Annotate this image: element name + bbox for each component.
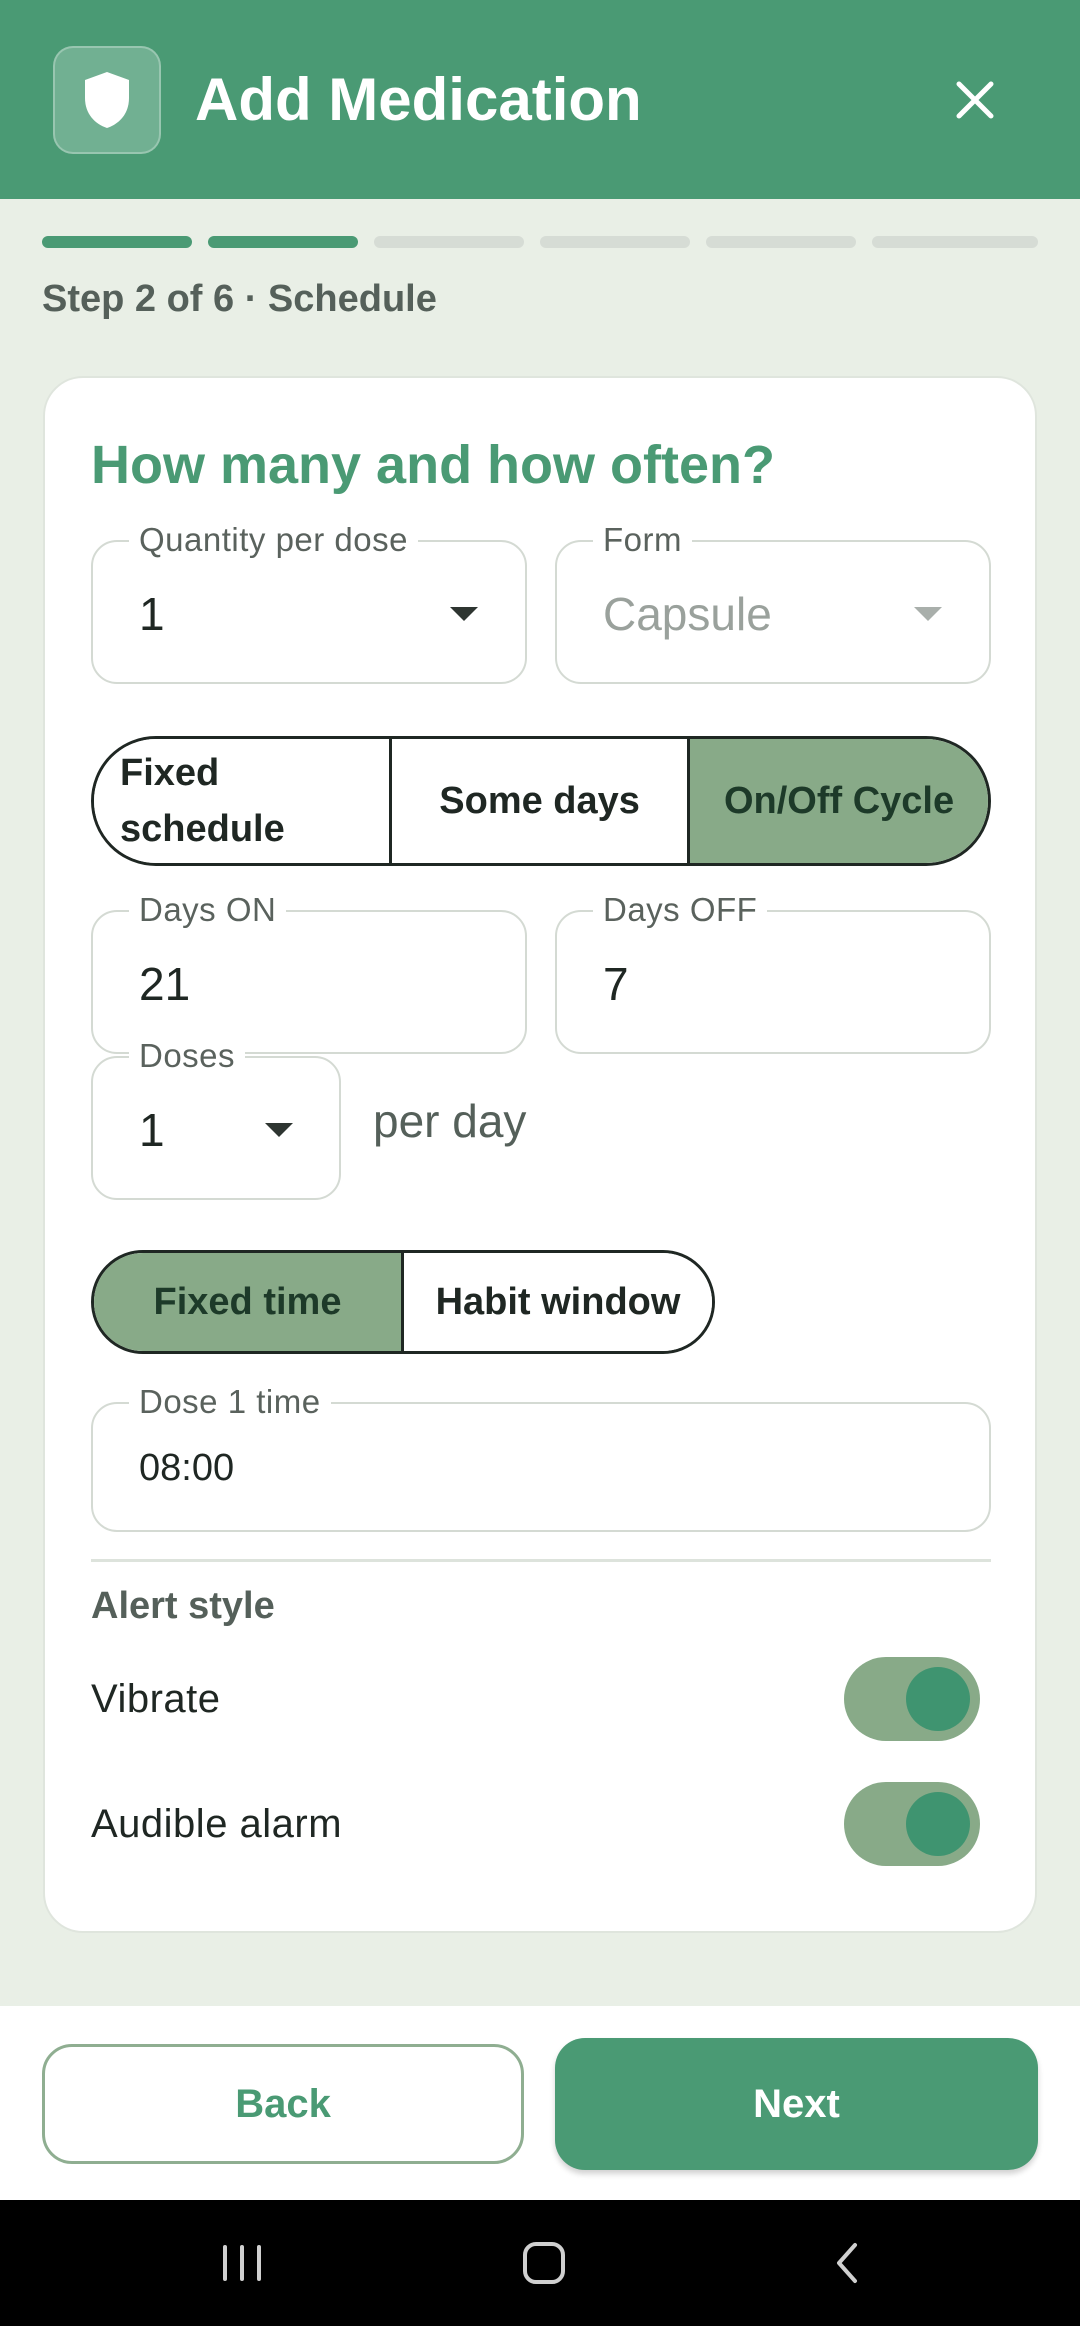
toggle-knob [906, 1792, 970, 1856]
vibrate-toggle[interactable] [844, 1657, 980, 1741]
home-button[interactable] [499, 2228, 589, 2298]
progress-segment-6 [872, 236, 1038, 248]
dose-1-time-value: 08:00 [139, 1447, 235, 1489]
quantity-select[interactable]: Quantity per dose 1 [91, 520, 527, 684]
doses-label: Doses [129, 1036, 246, 1076]
chevron-down-icon [265, 1123, 293, 1137]
progress-segment-1 [42, 236, 192, 248]
schedule-type-segmented: Fixed schedule Some days On/Off Cycle [91, 736, 991, 866]
time-mode-segmented: Fixed time Habit window [91, 1250, 715, 1354]
per-day-label: per day [373, 1095, 527, 1147]
audible-alarm-label: Audible alarm [91, 1802, 343, 1846]
card-title: How many and how often? [91, 435, 775, 495]
days-on-field[interactable]: Days ON 21 [91, 890, 527, 1054]
system-back-button[interactable] [802, 2228, 892, 2298]
chevron-down-icon [450, 607, 478, 621]
time-option-fixed[interactable]: Fixed time [94, 1253, 404, 1351]
vibrate-label: Vibrate [91, 1677, 221, 1721]
form-value: Capsule [603, 588, 772, 640]
schedule-option-cycle[interactable]: On/Off Cycle [690, 739, 988, 863]
doses-select[interactable]: Doses 1 [91, 1036, 341, 1200]
shield-icon [53, 46, 161, 154]
days-off-label: Days OFF [593, 890, 768, 930]
audible-alarm-toggle[interactable] [844, 1782, 980, 1866]
close-button[interactable] [935, 60, 1015, 140]
schedule-option-fixed[interactable]: Fixed schedule [94, 739, 393, 863]
app-bar: Add Medication [0, 0, 1080, 199]
divider [91, 1559, 991, 1562]
recents-button[interactable] [197, 2228, 287, 2298]
progress-segment-5 [706, 236, 856, 248]
back-icon [837, 2243, 857, 2283]
quantity-value: 1 [139, 588, 165, 640]
page-title: Add Medication [195, 66, 642, 133]
toggle-knob [906, 1667, 970, 1731]
time-option-habit-window[interactable]: Habit window [404, 1253, 712, 1351]
bottom-action-bar: Back Next [0, 2006, 1080, 2200]
step-label: Step 2 of 6 · Schedule [42, 278, 437, 320]
progress-segment-4 [540, 236, 690, 248]
days-off-value: 7 [603, 958, 629, 1010]
form-select[interactable]: Form Capsule [555, 520, 991, 684]
recents-icon [223, 2245, 261, 2281]
back-button[interactable]: Back [42, 2044, 524, 2164]
schedule-card: How many and how often? Quantity per dos… [43, 376, 1037, 1933]
doses-value: 1 [139, 1104, 165, 1156]
progress-segment-2 [208, 236, 358, 248]
close-icon [956, 81, 994, 119]
quantity-label: Quantity per dose [129, 520, 418, 560]
days-on-label: Days ON [129, 890, 287, 930]
days-on-value: 21 [139, 958, 191, 1010]
home-icon [523, 2242, 565, 2284]
form-label: Form [593, 520, 692, 560]
chevron-down-icon [914, 607, 942, 621]
progress-segment-3 [374, 236, 524, 248]
step-progress [42, 236, 1038, 248]
dose-1-time-label: Dose 1 time [129, 1382, 331, 1422]
dose-1-time-field[interactable]: Dose 1 time 08:00 [91, 1382, 991, 1532]
days-off-field[interactable]: Days OFF 7 [555, 890, 991, 1054]
alert-style-title: Alert style [91, 1585, 275, 1627]
schedule-option-some-days[interactable]: Some days [392, 739, 691, 863]
next-button[interactable]: Next [555, 2038, 1038, 2170]
system-nav-bar [0, 2200, 1080, 2326]
